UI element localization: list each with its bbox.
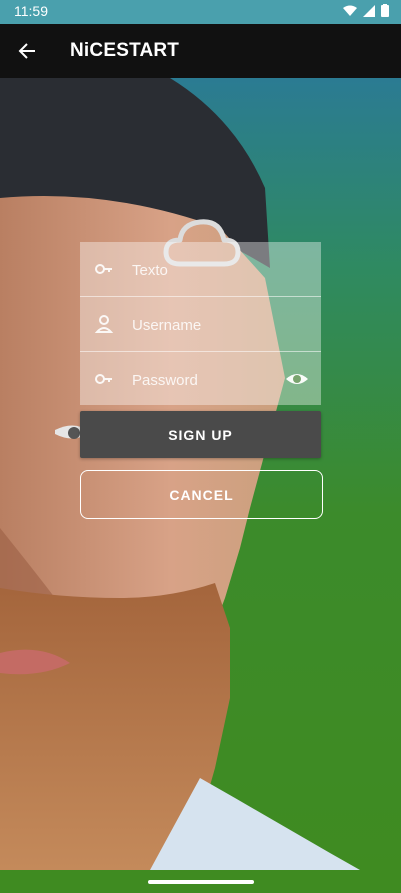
main-content: SIGN UP CANCEL (0, 78, 401, 870)
username-input[interactable] (130, 307, 284, 343)
app-bar: NiCESTART (0, 24, 401, 78)
texto-field (80, 242, 321, 297)
password-field (80, 352, 321, 406)
key-icon (95, 264, 112, 274)
battery-icon (381, 4, 389, 17)
status-icons (343, 4, 389, 17)
login-form (80, 242, 321, 405)
status-bar: 11:59 (0, 0, 401, 24)
eye-icon[interactable] (285, 368, 309, 390)
signal-icon (363, 4, 375, 17)
back-button[interactable] (14, 38, 40, 64)
person-icon (94, 315, 114, 333)
back-arrow-icon (18, 43, 35, 59)
password-input[interactable] (130, 362, 284, 398)
status-time: 11:59 (14, 3, 48, 19)
wifi-icon (343, 5, 357, 16)
app-title: NiCESTART (70, 40, 180, 61)
username-field (80, 297, 321, 352)
key-icon (95, 374, 112, 384)
texto-input[interactable] (130, 252, 284, 288)
navigation-bar (0, 870, 401, 893)
cancel-button[interactable]: CANCEL (80, 470, 323, 519)
sign-up-button[interactable]: SIGN UP (80, 411, 321, 458)
home-indicator[interactable] (148, 880, 254, 884)
